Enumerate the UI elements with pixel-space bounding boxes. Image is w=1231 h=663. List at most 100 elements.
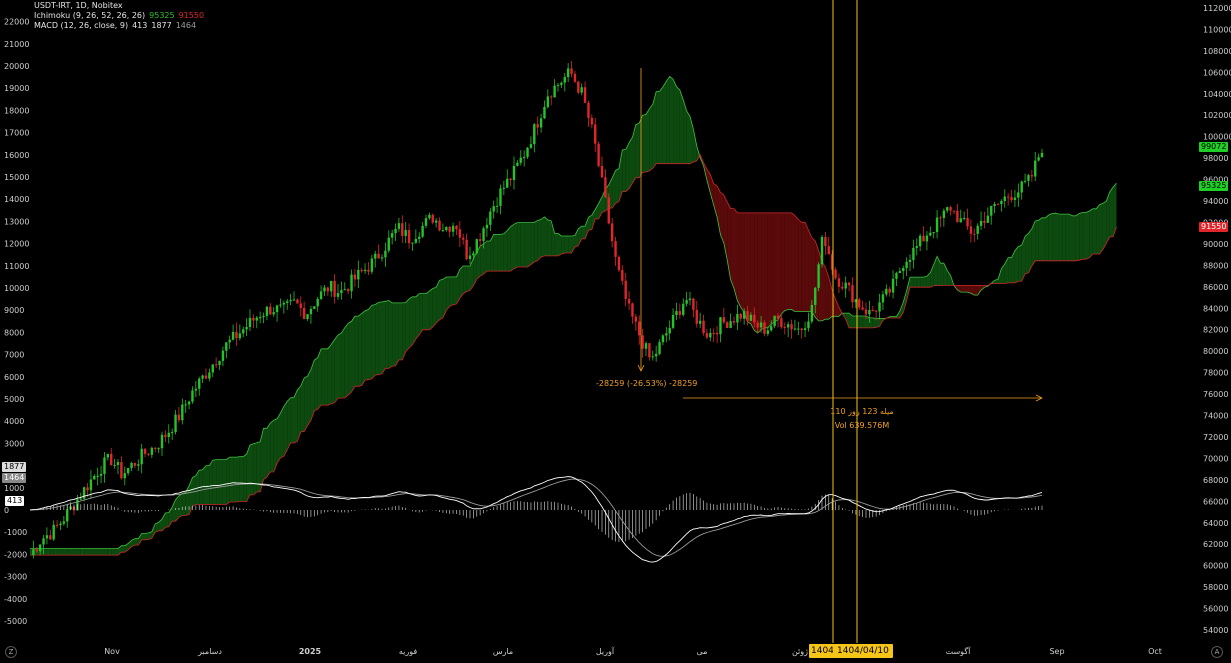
candle-body bbox=[675, 311, 678, 315]
ichimoku-cloud-segment bbox=[744, 212, 748, 322]
candle-body bbox=[170, 432, 174, 434]
candle-body bbox=[1030, 175, 1034, 177]
candle-body bbox=[685, 300, 688, 304]
candle-body bbox=[1000, 200, 1003, 205]
right-axis-tick: 68000 bbox=[1203, 476, 1228, 485]
ichimoku-cloud-segment bbox=[1065, 214, 1070, 261]
macd-legend[interactable]: MACD (12, 26, close, 9) 413 1877 1464 bbox=[34, 21, 200, 31]
ichimoku-cloud-segment bbox=[80, 548, 85, 556]
candle-body bbox=[800, 328, 803, 331]
price-chart[interactable]: 1120001100001080001060001040001020001000… bbox=[0, 0, 1231, 663]
candle-body bbox=[116, 462, 120, 466]
candle-body bbox=[983, 220, 986, 223]
candle-body bbox=[573, 73, 577, 82]
ichimoku-cloud-segment bbox=[361, 310, 366, 386]
candle-body bbox=[624, 280, 627, 299]
ichimoku-cloud-segment bbox=[50, 548, 54, 556]
ichimoku-cloud-segment bbox=[635, 123, 640, 178]
ichimoku-cloud-segment bbox=[781, 212, 785, 314]
ichimoku-cloud-segment bbox=[331, 339, 335, 404]
candle-body bbox=[973, 233, 976, 235]
candle-body bbox=[793, 328, 797, 330]
candle-body bbox=[695, 309, 698, 324]
right-axis-tick: 64000 bbox=[1203, 519, 1228, 528]
candle-body bbox=[726, 322, 729, 328]
ichimoku-cloud-segment bbox=[307, 369, 311, 426]
left-axis-tick: 21000 bbox=[4, 40, 29, 49]
right-axis-tick: 112000 bbox=[1203, 4, 1231, 13]
right-axis-tick: 76000 bbox=[1203, 390, 1228, 399]
candle-body bbox=[780, 318, 783, 328]
last-price-tag: 99072 bbox=[1199, 142, 1229, 152]
right-axis-tick: 106000 bbox=[1203, 68, 1231, 77]
timezone-icon[interactable]: Z bbox=[5, 646, 17, 658]
candle-body bbox=[113, 465, 116, 467]
left-axis-tick: 19000 bbox=[4, 84, 29, 93]
x-axis-tick: ژوئن bbox=[792, 647, 808, 656]
ichimoku-cloud-segment bbox=[1038, 217, 1042, 261]
candle-body bbox=[550, 96, 553, 98]
candle-body bbox=[553, 85, 556, 98]
ichimoku-cloud-segment bbox=[544, 216, 548, 256]
candle-body bbox=[150, 447, 154, 455]
candle-body bbox=[742, 311, 746, 319]
ichimoku-cloud-segment bbox=[351, 316, 355, 392]
candle-body bbox=[1020, 181, 1023, 193]
candle-body bbox=[556, 84, 560, 86]
ichimoku-cloud-segment bbox=[1008, 257, 1012, 283]
candle-body bbox=[353, 274, 357, 280]
ichimoku-cloud-segment bbox=[791, 212, 795, 312]
ichimoku-cloud-segment bbox=[97, 548, 102, 556]
ichimoku-cloud-segment bbox=[358, 313, 362, 387]
ichimoku-cloud-segment bbox=[354, 316, 359, 387]
ichimoku-cloud-segment bbox=[348, 321, 352, 396]
candle-body bbox=[228, 339, 231, 343]
candle-body bbox=[536, 124, 539, 128]
candle-body bbox=[164, 434, 167, 438]
ichimoku-cloud-segment bbox=[1014, 246, 1019, 283]
ichimoku-cloud-segment bbox=[923, 276, 927, 288]
ichimoku-cloud-segment bbox=[564, 235, 569, 254]
candle-body bbox=[238, 333, 242, 339]
candle-body bbox=[702, 320, 705, 334]
ichimoku-cloud-segment bbox=[1075, 213, 1080, 261]
candle-body bbox=[932, 232, 935, 234]
right-axis-tick: 60000 bbox=[1203, 562, 1228, 571]
candle-body bbox=[979, 220, 983, 226]
ichimoku-cloud-segment bbox=[1092, 208, 1097, 255]
left-axis-tick: 6000 bbox=[4, 373, 24, 382]
ichimoku-cloud-segment bbox=[1045, 214, 1049, 261]
ichimoku-cloud-segment bbox=[87, 548, 91, 556]
candle-body bbox=[387, 237, 390, 251]
left-axis-tick: 18000 bbox=[4, 106, 29, 115]
left-axis-tick: 9000 bbox=[4, 306, 24, 315]
x-axis-tick: فوریه bbox=[399, 647, 418, 656]
ichimoku-cloud-segment bbox=[1072, 215, 1076, 261]
candle-body bbox=[522, 156, 526, 158]
auto-scale-icon[interactable]: A bbox=[1211, 646, 1223, 658]
ichimoku-cloud-segment bbox=[382, 301, 386, 374]
candle-body bbox=[604, 177, 607, 198]
ichimoku-cloud-segment bbox=[801, 222, 806, 312]
ichimoku-cloud-segment bbox=[290, 397, 294, 443]
candle-body bbox=[99, 473, 103, 476]
candle-body bbox=[749, 314, 753, 321]
candle-body bbox=[167, 432, 170, 438]
histogram-tag: 413 bbox=[5, 496, 25, 506]
ichimoku-cloud-segment bbox=[287, 397, 291, 451]
candle-body bbox=[225, 342, 228, 351]
candle-body bbox=[959, 218, 962, 223]
ichimoku-legend[interactable]: Ichimoku (9, 26, 52, 26, 26) 95325 91550 bbox=[34, 11, 208, 21]
symbol-title: USDT-IRT, 1D, Nobitex bbox=[34, 1, 127, 11]
candle-body bbox=[688, 298, 692, 301]
ichimoku-cloud-segment bbox=[212, 459, 217, 505]
ichimoku-cloud-segment bbox=[70, 548, 74, 556]
ichimoku-cloud-segment bbox=[822, 261, 826, 321]
candle-body bbox=[333, 281, 336, 297]
candle-body bbox=[35, 549, 38, 552]
ichimoku-cloud-segment bbox=[483, 241, 487, 274]
candle-body bbox=[597, 143, 600, 166]
candle-body bbox=[120, 462, 123, 479]
candle-body bbox=[722, 317, 726, 323]
candle-body bbox=[258, 317, 262, 319]
